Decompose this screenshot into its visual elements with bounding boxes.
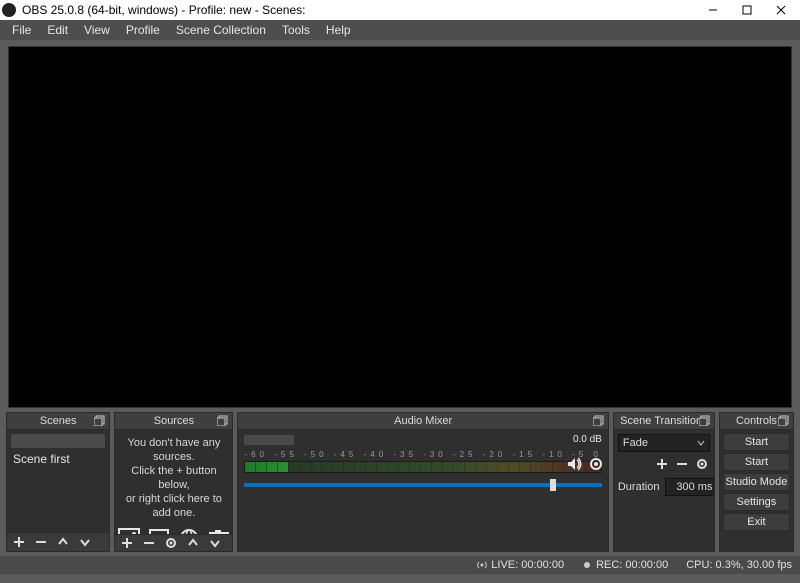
scenes-list[interactable]: Scene first [7,430,109,532]
scene-move-up-button[interactable] [55,534,71,550]
window-titlebar: OBS 25.0.8 (64-bit, windows) - Profile: … [0,0,800,20]
sources-title: Sources [154,415,194,427]
transition-duration-value: 300 ms [666,481,713,493]
controls-title: Controls [736,415,777,427]
broadcast-icon [477,560,487,570]
transition-duration-spinbox[interactable]: 300 ms [665,478,713,496]
source-remove-button[interactable] [141,535,157,551]
sources-header: Sources [115,413,232,430]
source-properties-button[interactable] [163,535,179,551]
menu-file[interactable]: File [4,20,39,40]
transitions-body: Fade Duration 300 ms [614,430,714,551]
preview-canvas[interactable] [8,46,792,408]
menu-view[interactable]: View [76,20,118,40]
scenes-toolbar [7,532,109,551]
audio-channel-name [244,435,294,445]
status-rec-text: REC: 00:00:00 [596,559,668,571]
audio-volume-slider[interactable] [244,483,601,487]
source-move-up-button[interactable] [185,535,201,551]
sources-popout-icon[interactable] [216,414,230,428]
sources-empty-line1: You don't have any sources. [115,436,232,464]
window-minimize-button[interactable] [696,0,730,20]
controls-body: Start Streaming Start Recording Studio M… [720,430,793,551]
audio-mixer-body: 0.0 dB -60 -55 -50 -45 -40 -35 -30 -25 -… [238,430,607,551]
transitions-popout-icon[interactable] [698,414,712,428]
scene-remove-button[interactable] [33,534,49,550]
scene-selection-highlight [11,434,105,448]
audio-db-label: 0.0 dB [573,434,602,445]
menu-edit[interactable]: Edit [39,20,76,40]
status-live: LIVE: 00:00:00 [477,559,564,571]
slider-thumb-icon[interactable] [550,479,556,491]
audio-mixer-title: Audio Mixer [394,415,452,427]
menu-scene-collection[interactable]: Scene Collection [168,20,274,40]
scenes-header: Scenes [7,413,109,430]
sources-toolbar [115,534,232,551]
scenes-popout-icon[interactable] [93,414,107,428]
audio-settings-button[interactable] [588,456,604,475]
scenes-dock: Scenes Scene first [6,412,110,552]
status-cpu: CPU: 0.3%, 30.00 fps [686,559,792,571]
transitions-dock: Scene Transitions Fade Duration 300 ms [613,412,715,552]
audio-mixer-dock: Audio Mixer 0.0 dB -60 -55 -50 -45 -40 -… [237,412,608,552]
status-rec: REC: 00:00:00 [582,559,668,571]
sources-dock: Sources You don't have any sources. Clic… [114,412,233,552]
scene-item[interactable]: Scene first [7,448,109,470]
scene-move-down-button[interactable] [77,534,93,550]
audio-mixer-header: Audio Mixer [238,413,607,430]
display-source-icon [148,528,170,534]
record-dot-icon [582,560,592,570]
start-recording-button[interactable]: Start Recording [723,453,790,471]
menubar: File Edit View Profile Scene Collection … [0,20,800,40]
exit-button[interactable]: Exit [723,513,790,531]
transition-selected-label: Fade [623,435,648,451]
docks-row: Scenes Scene first Sources You don't hav… [0,412,800,556]
transition-add-button[interactable] [656,458,670,472]
transitions-title: Scene Transitions [620,415,707,427]
controls-dock: Controls Start Streaming Start Recording… [719,412,794,552]
status-live-text: LIVE: 00:00:00 [491,559,564,571]
window-close-button[interactable] [764,0,798,20]
source-type-icons [118,528,230,534]
audio-mute-button[interactable] [566,456,582,475]
menu-tools[interactable]: Tools [274,20,318,40]
chevron-down-icon [697,439,705,447]
window-title: OBS 25.0.8 (64-bit, windows) - Profile: … [22,3,696,17]
camera-source-icon [208,528,230,534]
menu-profile[interactable]: Profile [118,20,168,40]
audio-level-meter [244,461,601,473]
image-source-icon [118,528,140,534]
sources-empty-line2: Click the + button below, [115,464,232,492]
start-streaming-button[interactable]: Start Streaming [723,433,790,451]
transition-select[interactable]: Fade [618,434,710,452]
transition-duration-label: Duration [618,481,660,493]
sources-list[interactable]: You don't have any sources. Click the + … [115,430,232,534]
window-maximize-button[interactable] [730,0,764,20]
sources-empty-line3: or right click here to add one. [115,492,232,520]
status-bar: LIVE: 00:00:00 REC: 00:00:00 CPU: 0.3%, … [0,556,800,574]
transition-remove-button[interactable] [676,458,690,472]
audio-mixer-popout-icon[interactable] [592,414,606,428]
controls-popout-icon[interactable] [777,414,791,428]
controls-header: Controls [720,413,793,430]
transitions-header: Scene Transitions [614,413,714,430]
obs-logo-icon [2,3,16,17]
browser-source-icon [178,528,200,534]
source-add-button[interactable] [119,535,135,551]
status-cpu-text: CPU: 0.3%, 30.00 fps [686,559,792,571]
scenes-title: Scenes [40,415,77,427]
source-move-down-button[interactable] [207,535,223,551]
menu-help[interactable]: Help [318,20,359,40]
audio-scale-ticks: -60 -55 -50 -45 -40 -35 -30 -25 -20 -15 … [244,450,601,459]
studio-mode-button[interactable]: Studio Mode [723,473,790,491]
settings-button[interactable]: Settings [723,493,790,511]
transition-properties-button[interactable] [696,458,710,472]
scene-add-button[interactable] [11,534,27,550]
